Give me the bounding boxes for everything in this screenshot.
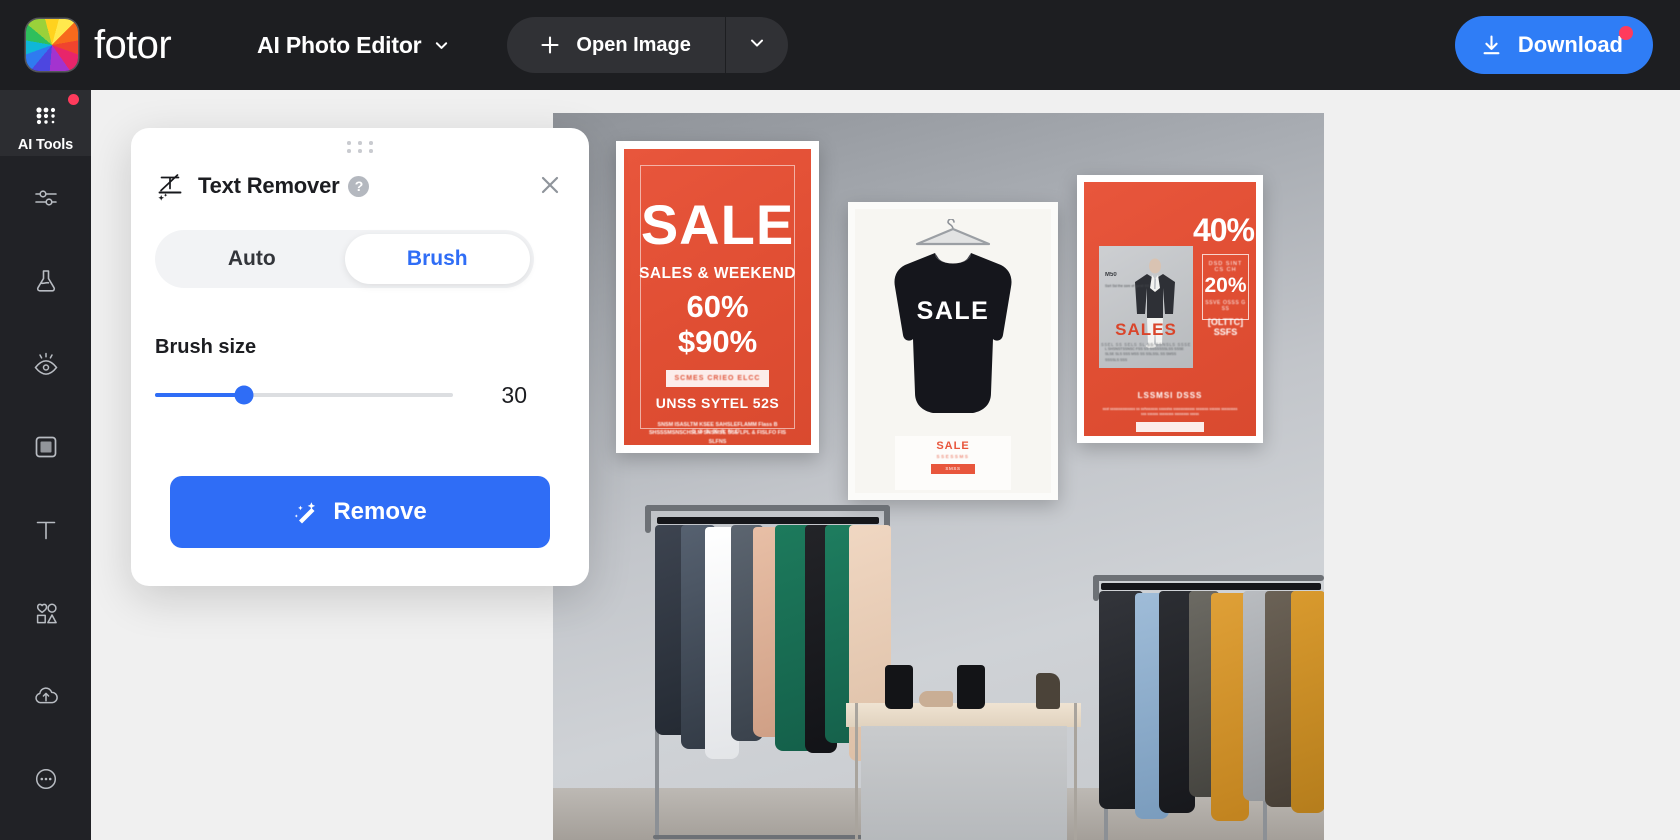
- color-wheel-logo-icon: [26, 19, 78, 71]
- brush-size-value: 30: [501, 381, 527, 408]
- right-card-tag2: Ssrt Ssl the ssre ef gsrsll SS: [1105, 284, 1150, 288]
- poster-left-discount-2: $90%: [677, 324, 758, 359]
- sidebar-item-label: AI Tools: [17, 137, 74, 153]
- open-image-button[interactable]: Open Image: [507, 17, 724, 73]
- right-card-sub2: L SHSNSTSSNSC FSS SS SSSSSSSLSS SSSE SLS…: [1105, 346, 1184, 362]
- left-sidebar: AI Tools: [0, 90, 91, 840]
- sidebar-item-ai-lab[interactable]: [0, 239, 91, 322]
- panel-header: Text Remover ?: [155, 168, 565, 204]
- brush-size-slider[interactable]: [155, 385, 453, 405]
- poster-right: M50 Ssrt Ssl the ssre ef gsrsll SS SALES…: [1084, 182, 1256, 436]
- remove-button-label: Remove: [333, 498, 427, 525]
- offer-line-2: 20%: [1204, 274, 1247, 297]
- sidebar-item-elements[interactable]: [0, 571, 91, 654]
- edited-photo[interactable]: SALE SALES & WEEKEND 60% $90% SCMES CRIE…: [553, 113, 1324, 840]
- poster-left-midline: UNSS SYTEL 52S: [655, 395, 780, 411]
- tab-brush[interactable]: Brush: [344, 234, 530, 284]
- sidebar-item-frame[interactable]: [0, 405, 91, 488]
- poster-right-foot1: LSSMSI DSSS: [1137, 391, 1203, 400]
- poster-left-subhead: SALES & WEEKEND: [639, 265, 796, 282]
- close-icon[interactable]: [535, 170, 565, 200]
- download-label: Download: [1517, 32, 1623, 57]
- top-bar: fotor AI Photo Editor Open Image Downloa…: [0, 0, 1680, 90]
- right-card-title: SALES: [1115, 320, 1177, 339]
- brush-size-slider-row: 30: [155, 380, 565, 410]
- open-image-label: Open Image: [576, 33, 691, 56]
- heel-shoe: [1036, 673, 1060, 709]
- sidebar-item-more[interactable]: [0, 737, 91, 820]
- text-remover-icon: [155, 171, 185, 201]
- offer-line-3: SSVE OSSS G SS: [1205, 300, 1246, 312]
- notification-badge: [1619, 26, 1633, 40]
- offer-line-4: [OLTTC] SSFS: [1207, 317, 1244, 337]
- boot-left: [885, 665, 913, 709]
- mini-card-sub: SSESSMS: [936, 454, 970, 459]
- text-remover-panel[interactable]: Text Remover ? Auto Brush Brush size 30: [131, 128, 589, 586]
- shirt-graphic: SALE: [883, 243, 1023, 419]
- grid-dots-icon: [31, 101, 61, 131]
- sidebar-tool-list: [0, 156, 91, 820]
- chevron-down-icon: [434, 38, 449, 53]
- text-tool-icon: [31, 515, 61, 545]
- sidebar-item-text[interactable]: [0, 488, 91, 571]
- app-selector[interactable]: AI Photo Editor: [257, 32, 449, 59]
- download-icon: [1479, 33, 1504, 58]
- brush-size-label: Brush size: [155, 336, 257, 358]
- shapes-elements-icon: [31, 598, 61, 628]
- remove-button[interactable]: Remove: [170, 476, 550, 548]
- open-image-group: Open Image: [507, 17, 788, 73]
- question-mark-icon[interactable]: ?: [348, 175, 370, 197]
- poster-left-headline: SALE: [640, 193, 795, 256]
- plus-icon: [539, 34, 561, 56]
- poster-left-brand: SSERANO: [692, 429, 743, 435]
- boot-right: [957, 665, 985, 709]
- offer-line-1: DSD SINT CS CH: [1208, 261, 1243, 273]
- brand-name: fotor: [94, 22, 172, 67]
- poster-left: SALE SALES & WEEKEND 60% $90% SCMES CRIE…: [624, 149, 811, 445]
- poster-right-discount: 40%: [1192, 212, 1255, 248]
- sidebar-item-upload[interactable]: [0, 654, 91, 737]
- mini-card-badge: SMSS: [931, 464, 975, 474]
- page-title: Text Remover: [198, 173, 340, 198]
- mode-segmented-control: Auto Brush: [155, 230, 534, 288]
- poster-right-offer-box: DSD SINT CS CH 20% SSVE OSSS G SS [OLTTC…: [1202, 254, 1249, 337]
- magic-wand-icon: [293, 499, 319, 525]
- mini-card-title: SALE: [936, 440, 970, 452]
- poster-right-foot2: ssst ssssssssssssss ss ssfsssssss sssssl…: [1102, 406, 1238, 417]
- flask-beaker-icon: [31, 266, 61, 296]
- sidebar-item-adjust[interactable]: [0, 156, 91, 239]
- center-mini-card: SALE SSESSMS SMSS: [895, 436, 1011, 490]
- chevron-down-icon: [749, 35, 765, 56]
- flat-shoe: [919, 691, 953, 707]
- sidebar-item-retouch[interactable]: [0, 322, 91, 405]
- right-card-tag: M50: [1105, 272, 1117, 278]
- shirt-text: SALE: [916, 297, 990, 325]
- new-badge-dot: [68, 94, 79, 105]
- poster-center-frame: SALE SALE SSESSMS SMSS: [848, 202, 1058, 500]
- poster-right-frame: M50 Ssrt Ssl the ssre ef gsrsll SS SALES…: [1077, 175, 1263, 443]
- drag-handle-dots-icon[interactable]: [347, 141, 373, 153]
- app-selector-label: AI Photo Editor: [257, 31, 422, 58]
- slider-fill: [155, 393, 245, 397]
- download-button[interactable]: Download: [1454, 16, 1653, 74]
- brand[interactable]: fotor: [26, 19, 172, 71]
- sidebar-item-ai-tools[interactable]: AI Tools: [0, 90, 91, 156]
- poster-right-foot-bar: [1136, 422, 1204, 432]
- more-dots-icon: [31, 764, 61, 794]
- poster-right-card: M50 Ssrt Ssl the ssre ef gsrsll SS SALES…: [1099, 246, 1193, 368]
- poster-left-badge: SCMES CRIEO ELCC: [666, 370, 769, 387]
- adjustments-sliders-icon: [31, 183, 61, 213]
- frame-square-icon: [31, 432, 61, 462]
- slider-thumb[interactable]: [234, 385, 254, 405]
- tab-auto[interactable]: Auto: [159, 234, 345, 284]
- cloud-upload-icon: [31, 681, 61, 711]
- poster-left-frame: SALE SALES & WEEKEND 60% $90% SCMES CRIE…: [616, 141, 819, 453]
- app-root: fotor AI Photo Editor Open Image Downloa…: [0, 0, 1680, 840]
- eye-retouch-icon: [31, 349, 61, 379]
- open-image-dropdown-button[interactable]: [726, 17, 788, 73]
- poster-left-discount-1: 60%: [686, 289, 749, 324]
